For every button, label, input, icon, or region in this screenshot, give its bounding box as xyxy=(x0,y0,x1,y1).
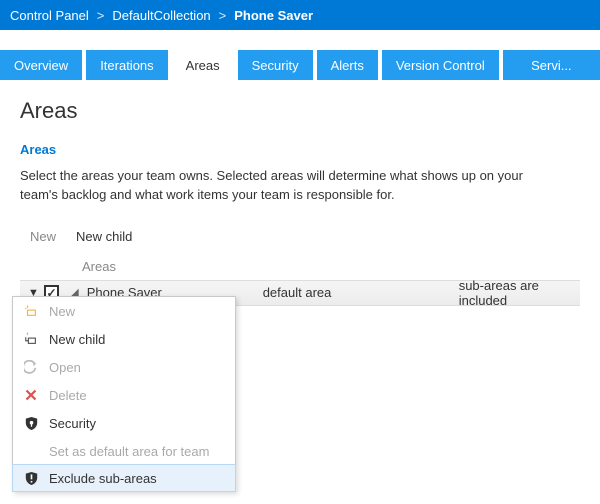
tab-security[interactable]: Security xyxy=(238,50,313,80)
context-menu: New New child Open Delete Security Set a… xyxy=(12,296,236,492)
menu-label: New child xyxy=(49,332,105,347)
menu-item-new-child[interactable]: New child xyxy=(13,325,235,353)
header-spacer xyxy=(0,30,600,50)
menu-label: Exclude sub-areas xyxy=(49,471,157,486)
menu-item-new: New xyxy=(13,297,235,325)
menu-item-security[interactable]: Security xyxy=(13,409,235,437)
delete-x-icon xyxy=(23,387,39,403)
tab-areas[interactable]: Areas xyxy=(172,50,234,80)
menu-label: Set as default area for team xyxy=(49,444,209,459)
menu-label: New xyxy=(49,304,75,319)
open-arrow-icon xyxy=(23,359,39,375)
sub-areas-label: sub-areas are included xyxy=(459,278,572,308)
grid-header: Areas xyxy=(20,251,580,280)
sparkle-new-child-icon xyxy=(23,331,39,347)
chevron-right-icon: > xyxy=(219,8,227,23)
tab-bar: Overview Iterations Areas Security Alert… xyxy=(0,50,600,80)
menu-item-delete: Delete xyxy=(13,381,235,409)
breadcrumb-project[interactable]: Phone Saver xyxy=(234,8,313,23)
breadcrumb-collection[interactable]: DefaultCollection xyxy=(112,8,210,23)
tab-alerts[interactable]: Alerts xyxy=(317,50,378,80)
menu-item-open: Open xyxy=(13,353,235,381)
menu-label: Security xyxy=(49,416,96,431)
content-area: Areas Areas Select the areas your team o… xyxy=(0,80,600,306)
section-title: Areas xyxy=(20,142,580,157)
page-description: Select the areas your team owns. Selecte… xyxy=(20,167,560,205)
breadcrumb: Control Panel > DefaultCollection > Phon… xyxy=(10,8,313,23)
tab-version-control[interactable]: Version Control xyxy=(382,50,499,80)
shield-exclaim-icon xyxy=(23,470,39,486)
menu-item-exclude-sub-areas[interactable]: Exclude sub-areas xyxy=(12,464,236,492)
blank-icon xyxy=(23,443,39,459)
page-title: Areas xyxy=(20,98,580,124)
menu-item-set-default: Set as default area for team xyxy=(13,437,235,465)
new-child-button[interactable]: New child xyxy=(76,229,132,244)
new-button[interactable]: New xyxy=(30,229,56,244)
tab-overview[interactable]: Overview xyxy=(0,50,82,80)
toolbar: New New child xyxy=(20,223,580,251)
default-area-label: default area xyxy=(263,285,453,300)
menu-label: Delete xyxy=(49,388,87,403)
tab-services[interactable]: Servi... xyxy=(503,50,600,80)
header-bar: Control Panel > DefaultCollection > Phon… xyxy=(0,0,600,30)
sparkle-new-icon xyxy=(23,303,39,319)
menu-label: Open xyxy=(49,360,81,375)
shield-icon xyxy=(23,415,39,431)
tab-iterations[interactable]: Iterations xyxy=(86,50,167,80)
chevron-right-icon: > xyxy=(97,8,105,23)
breadcrumb-root[interactable]: Control Panel xyxy=(10,8,89,23)
